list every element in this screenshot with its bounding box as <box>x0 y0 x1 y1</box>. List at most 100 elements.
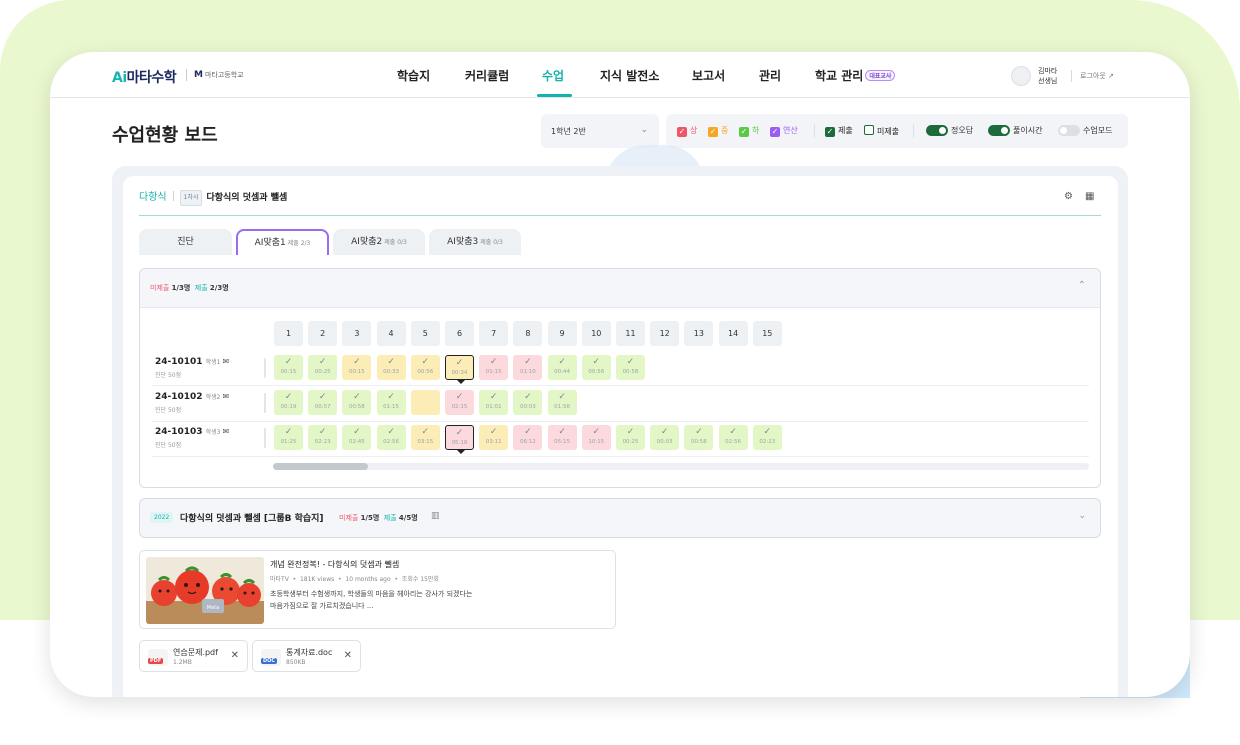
filter-unsubmitted[interactable]: 미제출 <box>864 125 899 137</box>
app-window: Ai마타수학 M 마타고등학교 학습지 커리큘럼 수업 지식 발전소 보고서 관리… <box>50 52 1190 697</box>
answer-cell[interactable]: ✓ 03:11 <box>479 425 509 450</box>
section-header[interactable]: 미제출 1/3명 제출 2/3명 ⌃ <box>140 269 1100 308</box>
answer-cell[interactable]: ✓ 02:23 <box>308 425 338 450</box>
answer-cell[interactable]: ✓ 02:56 <box>718 425 748 450</box>
answer-cell[interactable]: ✓ 01:25 <box>274 425 303 450</box>
check-icon: ✓ <box>421 427 430 437</box>
solve-time: 00:33 <box>383 369 400 375</box>
user-avatar-icon[interactable] <box>1011 66 1031 86</box>
answer-cell[interactable]: ✓ 00:15 <box>342 355 372 380</box>
nav-class[interactable]: 수업 <box>542 67 564 84</box>
qr-code-icon[interactable]: ▦ <box>1085 191 1094 202</box>
question-header[interactable]: 14 <box>718 321 748 346</box>
answer-cell[interactable]: ✓ 06:12 <box>513 425 543 450</box>
student-id[interactable]: 24-10102 학생2 ✉ <box>155 392 229 402</box>
tab-ai-custom-3[interactable]: AI맞춤3 제출 0/3 <box>429 229 521 255</box>
chevron-up-icon[interactable]: ⌃ <box>1078 280 1086 291</box>
app-logo[interactable]: Ai마타수학 <box>112 67 177 87</box>
attachment-pdf[interactable]: PDF 연습문제.pdf 1.2MB ✕ <box>139 640 248 672</box>
answer-cell[interactable]: ✓ 00:58 <box>616 355 645 380</box>
answer-cell[interactable]: ✓ 02:45 <box>342 425 372 450</box>
settings-icon[interactable]: ⚙ <box>1064 191 1073 202</box>
question-header[interactable]: 9 <box>547 321 577 346</box>
school-name: M 마타고등학교 <box>194 70 244 80</box>
answer-cell[interactable]: ✓ 05:18 <box>445 425 474 454</box>
chevron-down-icon[interactable]: ⌄ <box>1078 511 1086 521</box>
worksheet-section-header[interactable]: 2022 다항식의 덧셈과 뺄셈 [그룹B 학습지] 미제출 1/5명 제출 4… <box>139 498 1101 538</box>
nav-report[interactable]: 보고서 <box>692 67 725 84</box>
answer-cell[interactable]: ✓ 00:58 <box>684 425 714 450</box>
answer-cell[interactable]: ✓ 00:15 <box>274 355 303 380</box>
answer-cell[interactable]: ✓ 02:56 <box>376 425 406 450</box>
question-header[interactable]: 13 <box>684 321 714 346</box>
filter-level-mid[interactable]: ✓ 중 <box>708 125 728 137</box>
video-thumbnail[interactable]: Meta <box>146 557 264 624</box>
answer-cell[interactable]: ✓ 00:19 <box>274 390 303 415</box>
answer-cell[interactable]: ✓ 05:15 <box>547 425 577 450</box>
question-header[interactable]: 7 <box>479 321 509 346</box>
answer-cell[interactable]: ✓ 00:57 <box>308 390 338 415</box>
close-icon[interactable]: ✕ <box>231 650 239 661</box>
nav-curriculum[interactable]: 커리큘럼 <box>465 67 509 84</box>
answer-cell[interactable]: ✓ 01:15 <box>376 390 406 415</box>
question-header[interactable]: 4 <box>376 321 406 346</box>
toggle-solve-time[interactable] <box>988 125 1010 136</box>
answer-cell[interactable]: ✓ 00:25 <box>616 425 645 450</box>
toggle-class-mode[interactable] <box>1058 125 1080 136</box>
answer-cell[interactable]: ✓ 03:15 <box>410 425 440 450</box>
scrollbar-thumb[interactable] <box>273 463 368 470</box>
video-title[interactable]: 개념 완전정복! - 다항식의 덧셈과 뺄셈 <box>270 559 399 570</box>
question-header[interactable]: 11 <box>616 321 645 346</box>
nav-worksheet[interactable]: 학습지 <box>397 67 430 84</box>
filter-level-high[interactable]: ✓ 상 <box>677 125 697 137</box>
row-marker <box>264 428 266 448</box>
filter-level-low[interactable]: ✓ 하 <box>739 125 759 137</box>
answer-cell[interactable]: ✓ 01:15 <box>479 355 509 380</box>
close-icon[interactable]: ✕ <box>344 650 352 661</box>
attachment-doc[interactable]: DOC 통계자료.doc 850KB ✕ <box>252 640 361 672</box>
answer-cell[interactable]: ✓ 00:03 <box>513 390 543 415</box>
question-header[interactable]: 8 <box>513 321 543 346</box>
logout-button[interactable]: 로그아웃 ↗ <box>1080 71 1114 81</box>
answer-cell[interactable]: ✓ 01:10 <box>513 355 543 380</box>
nav-manage[interactable]: 관리 <box>759 67 781 84</box>
question-header[interactable]: 15 <box>752 321 782 346</box>
student-id[interactable]: 24-10101 학생1 ✉ <box>155 357 229 367</box>
tab-ai-custom-1[interactable]: AI맞춤1 제출 2/3 <box>236 229 329 255</box>
question-header[interactable]: 5 <box>410 321 440 346</box>
answer-cell[interactable]: ✓ 02:15 <box>445 390 474 415</box>
answer-cell[interactable]: ✓ 00:34 <box>445 355 474 384</box>
bar-chart-icon[interactable]: ▥ <box>431 511 440 521</box>
tab-diagnosis[interactable]: 진단 <box>139 229 232 255</box>
question-header[interactable]: 12 <box>650 321 680 346</box>
question-header[interactable]: 2 <box>308 321 338 346</box>
video-card[interactable]: Meta 개념 완전정복! - 다항식의 덧셈과 뺄셈 마타TV • 181K … <box>139 550 616 629</box>
answer-cell[interactable]: ✓ 00:03 <box>650 425 680 450</box>
question-header[interactable]: 3 <box>342 321 372 346</box>
answer-cell[interactable]: ✓ 10:15 <box>581 425 611 450</box>
answer-cell[interactable]: ✓ 00:56 <box>410 355 440 380</box>
student-score: 진단 50점 <box>155 442 182 449</box>
answer-cell[interactable]: ✓ 00:56 <box>581 355 611 380</box>
solve-time: 01:56 <box>554 404 571 410</box>
answer-cell[interactable]: ✓ 01:01 <box>479 390 509 415</box>
answer-cell[interactable]: ✓ 00:33 <box>376 355 406 380</box>
class-select[interactable]: 1학년 2반 ⌄ <box>541 114 659 148</box>
student-id[interactable]: 24-10103 학생3 ✉ <box>155 427 229 437</box>
question-header[interactable]: 10 <box>581 321 611 346</box>
filter-level-calc[interactable]: ✓ 연산 <box>770 125 798 137</box>
tab-ai-custom-2[interactable]: AI맞춤2 제출 0/3 <box>333 229 425 255</box>
answer-cell[interactable]: ✓ 00:58 <box>342 390 372 415</box>
answer-cell[interactable] <box>410 390 440 415</box>
question-header[interactable]: 1 <box>274 321 303 346</box>
nav-knowledge-plant[interactable]: 지식 발전소 <box>600 67 659 84</box>
nav-school-manage[interactable]: 학교 관리 대표교사 <box>815 67 896 84</box>
question-header[interactable]: 6 <box>445 321 474 346</box>
answer-cell[interactable]: ✓ 02:23 <box>752 425 782 450</box>
answer-cell[interactable]: ✓ 01:56 <box>547 390 577 415</box>
toggle-correct-answer[interactable] <box>926 125 948 136</box>
horizontal-scrollbar[interactable] <box>273 463 1089 470</box>
answer-cell[interactable]: ✓ 00:25 <box>308 355 338 380</box>
answer-cell[interactable]: ✓ 00:44 <box>547 355 577 380</box>
filter-submitted[interactable]: ✓ 제출 <box>825 125 853 137</box>
